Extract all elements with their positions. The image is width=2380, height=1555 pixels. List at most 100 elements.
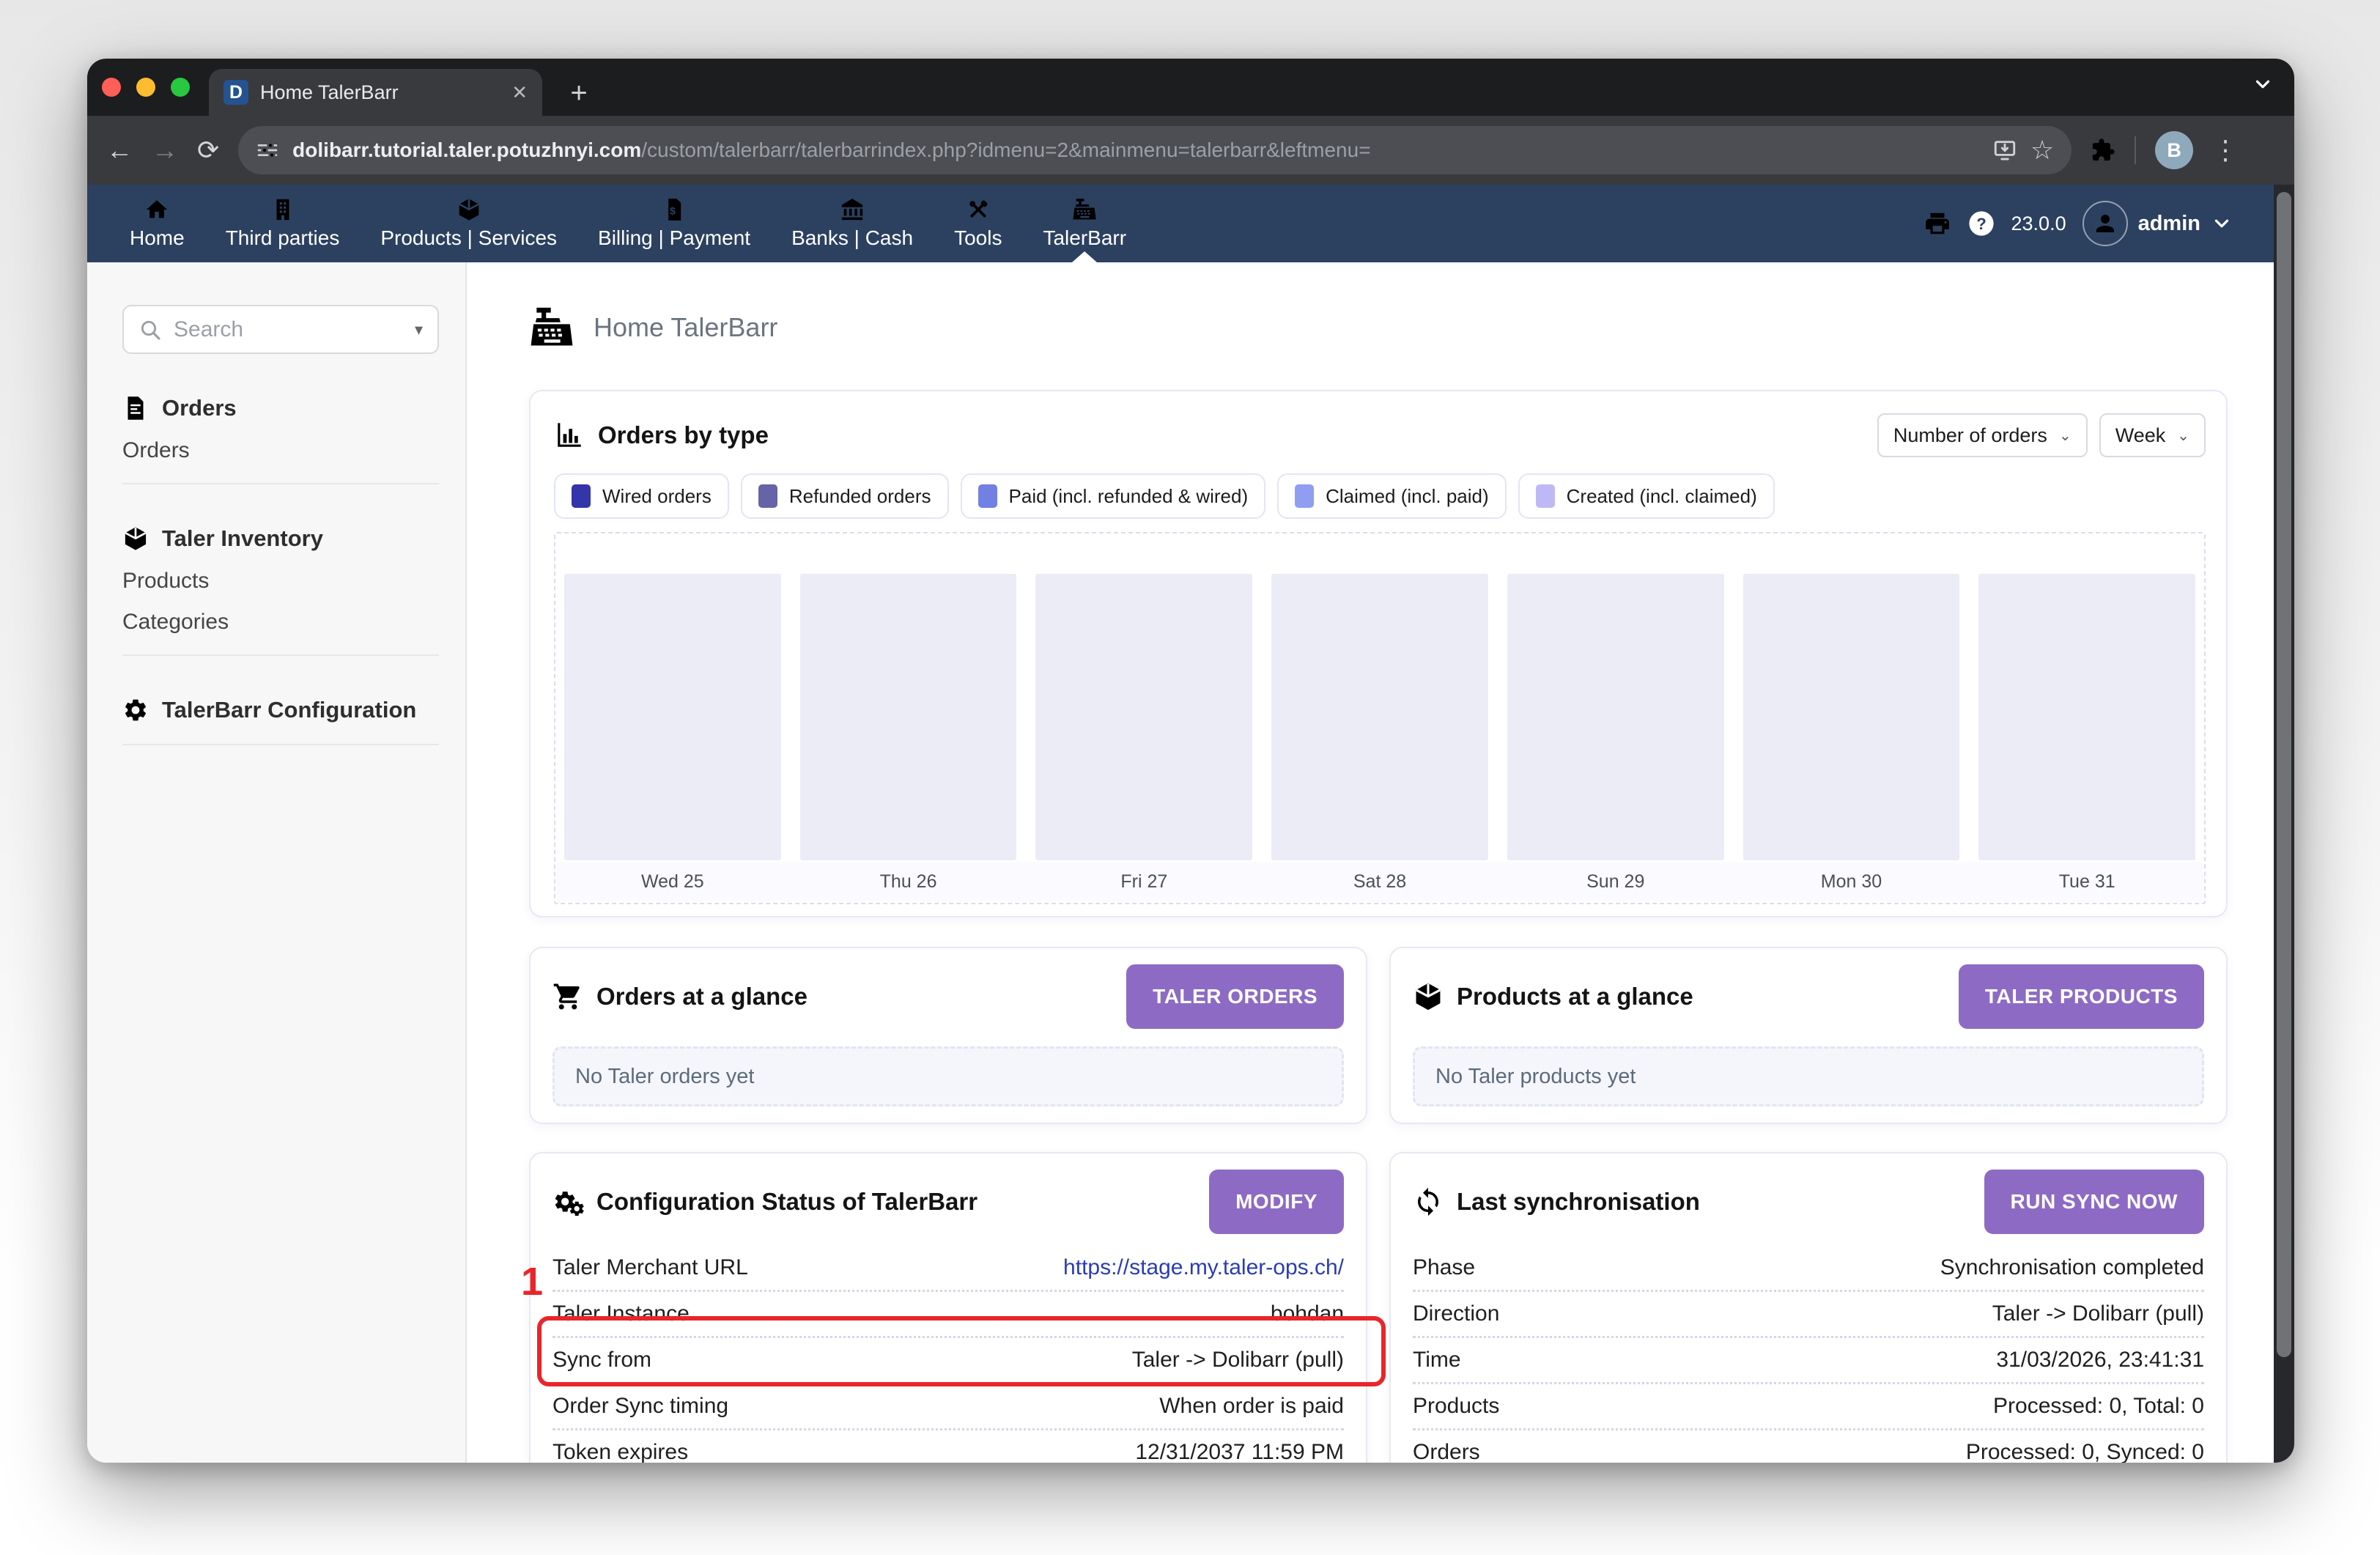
search-input[interactable]	[172, 317, 404, 343]
sidebar-section-orders[interactable]: Orders	[122, 386, 439, 430]
modify-button[interactable]: MODIFY	[1209, 1170, 1344, 1234]
legend-item-created[interactable]: Created (incl. claimed)	[1518, 473, 1775, 519]
sidebar-section-taler-inventory[interactable]: Taler Inventory	[122, 517, 439, 561]
row-label: Order Sync timing	[552, 1394, 728, 1419]
config-row-token-expires: Token expires 12/31/2037 11:59 PM	[552, 1428, 1344, 1463]
window-close-button[interactable]	[102, 78, 121, 97]
window-controls	[102, 78, 190, 97]
row-label: Phase	[1413, 1255, 1475, 1280]
browser-tab[interactable]: D Home TalerBarr ✕	[209, 69, 542, 116]
sidebar-item-categories[interactable]: Categories	[122, 602, 439, 643]
browser-tab-strip: D Home TalerBarr ✕ +	[87, 59, 2294, 116]
config-rows: Taler Merchant URL https://stage.my.tale…	[552, 1246, 1344, 1463]
chart-x-axis-labels: Wed 25 Thu 26 Fri 27 Sat 28 Sun 29 Mon 3…	[557, 862, 2203, 901]
browser-menu-icon[interactable]: ⋮	[2212, 135, 2239, 166]
sidebar-item-products[interactable]: Products	[122, 561, 439, 602]
window-zoom-button[interactable]	[171, 78, 190, 97]
row-value: Taler -> Dolibarr (pull)	[1132, 1348, 1344, 1373]
invoice-dollar-icon	[662, 197, 687, 222]
nav-item-products-services[interactable]: Products | Services	[360, 185, 577, 262]
row-value: When order is paid	[1159, 1394, 1344, 1419]
window-minimize-button[interactable]	[136, 78, 155, 97]
legend-label: Wired orders	[602, 485, 712, 508]
nav-item-billing-payment[interactable]: Billing | Payment	[577, 185, 771, 262]
run-sync-now-button[interactable]: RUN SYNC NOW	[1984, 1170, 2204, 1234]
merchant-url-link[interactable]: https://stage.my.taler-ops.ch/	[1063, 1255, 1344, 1280]
main-area: Home TalerBarr Orders by type Number of …	[467, 262, 2274, 1463]
sidebar-divider	[122, 483, 439, 484]
extensions-puzzle-icon[interactable]	[2091, 138, 2115, 163]
legend-item-paid[interactable]: Paid (incl. refunded & wired)	[961, 473, 1266, 519]
legend-swatch	[758, 484, 777, 508]
help-icon[interactable]	[1967, 210, 1995, 237]
nav-label: Banks | Cash	[791, 226, 913, 250]
install-app-icon[interactable]	[1992, 138, 2017, 163]
row-value: Processed: 0, Synced: 0	[1966, 1440, 2204, 1463]
sidebar-section-title: TalerBarr Configuration	[162, 697, 416, 723]
address-bar[interactable]: dolibarr.tutorial.taler.potuzhnyi.com/cu…	[238, 126, 2072, 174]
site-favicon: D	[223, 80, 248, 105]
print-icon[interactable]	[1923, 210, 1951, 237]
card-title: Last synchronisation	[1457, 1188, 1700, 1216]
legend-item-wired-orders[interactable]: Wired orders	[554, 473, 729, 519]
user-avatar	[2082, 201, 2128, 246]
metric-select[interactable]: Number of orders ⌄	[1877, 413, 2088, 457]
page-content: ▾ Orders Orders Taler Inventory Products…	[87, 262, 2274, 1463]
page-scrollbar-thumb[interactable]	[2277, 192, 2291, 1357]
sync-row-orders: Orders Processed: 0, Synced: 0	[1413, 1428, 2204, 1463]
x-tick-label: Sun 29	[1507, 871, 1724, 893]
tools-icon	[966, 197, 991, 222]
page-title: Home TalerBarr	[594, 312, 777, 343]
reload-button[interactable]: ⟳	[197, 137, 219, 163]
tab-search-chevron-icon[interactable]	[2252, 73, 2274, 95]
sidebar-search[interactable]: ▾	[122, 305, 439, 354]
legend-item-claimed[interactable]: Claimed (incl. paid)	[1277, 473, 1507, 519]
sidebar-section-talerbarr-configuration[interactable]: TalerBarr Configuration	[122, 688, 439, 732]
back-button[interactable]: ←	[106, 137, 133, 163]
site-settings-icon[interactable]	[256, 138, 279, 162]
nav-item-third-parties[interactable]: Third parties	[205, 185, 361, 262]
nav-item-talerbarr[interactable]: TalerBarr	[1022, 185, 1147, 262]
configuration-status-card: Configuration Status of TalerBarr MODIFY…	[529, 1152, 1367, 1463]
page-scrollbar-track[interactable]	[2274, 185, 2294, 1463]
nav-right-tools: 23.0.0 admin	[1923, 185, 2274, 262]
browser-window: D Home TalerBarr ✕ + ← → ⟳ dolibarr.tuto…	[87, 59, 2294, 1463]
chevron-down-icon: ⌄	[2059, 426, 2072, 445]
search-dropdown-caret-icon[interactable]: ▾	[415, 320, 423, 339]
chart-column	[800, 574, 1017, 860]
nav-item-tools[interactable]: Tools	[934, 185, 1022, 262]
sync-row-phase: Phase Synchronisation completed	[1413, 1246, 2204, 1290]
forward-button[interactable]: →	[152, 137, 178, 163]
period-select-value: Week	[2115, 424, 2166, 447]
sidebar-divider	[122, 654, 439, 656]
nav-label: Third parties	[226, 226, 340, 250]
tab-close-icon[interactable]: ✕	[511, 81, 528, 104]
cart-icon	[552, 981, 583, 1012]
bookmark-star-icon[interactable]: ☆	[2030, 135, 2054, 166]
row-label: Orders	[1413, 1440, 1480, 1463]
row-label: Sync from	[552, 1348, 651, 1373]
x-tick-label: Wed 25	[564, 871, 781, 893]
taler-orders-button[interactable]: TALER ORDERS	[1126, 964, 1344, 1029]
sidebar-section-title: Orders	[162, 395, 237, 421]
row-value: Processed: 0, Total: 0	[1993, 1394, 2204, 1419]
row-label: Token expires	[552, 1440, 688, 1463]
browser-profile-avatar[interactable]: B	[2155, 131, 2193, 169]
user-menu[interactable]: admin	[2082, 201, 2233, 246]
period-select[interactable]: Week ⌄	[2099, 413, 2206, 457]
version-label: 23.0.0	[2011, 213, 2066, 235]
row-value: 31/03/2026, 23:41:31	[1996, 1348, 2204, 1373]
home-icon	[144, 197, 169, 222]
x-tick-label: Mon 30	[1743, 871, 1960, 893]
sidebar-item-orders[interactable]: Orders	[122, 430, 439, 471]
row-label: Products	[1413, 1394, 1499, 1419]
chart-title: Orders by type	[598, 421, 769, 449]
legend-item-refunded-orders[interactable]: Refunded orders	[741, 473, 949, 519]
legend-label: Claimed (incl. paid)	[1326, 485, 1489, 508]
nav-item-banks-cash[interactable]: Banks | Cash	[771, 185, 934, 262]
new-tab-button[interactable]: +	[562, 76, 596, 110]
nav-label: TalerBarr	[1043, 226, 1126, 250]
nav-item-home[interactable]: Home	[109, 185, 205, 262]
taler-products-button[interactable]: TALER PRODUCTS	[1959, 964, 2204, 1029]
sync-rows: Phase Synchronisation completed Directio…	[1413, 1246, 2204, 1463]
